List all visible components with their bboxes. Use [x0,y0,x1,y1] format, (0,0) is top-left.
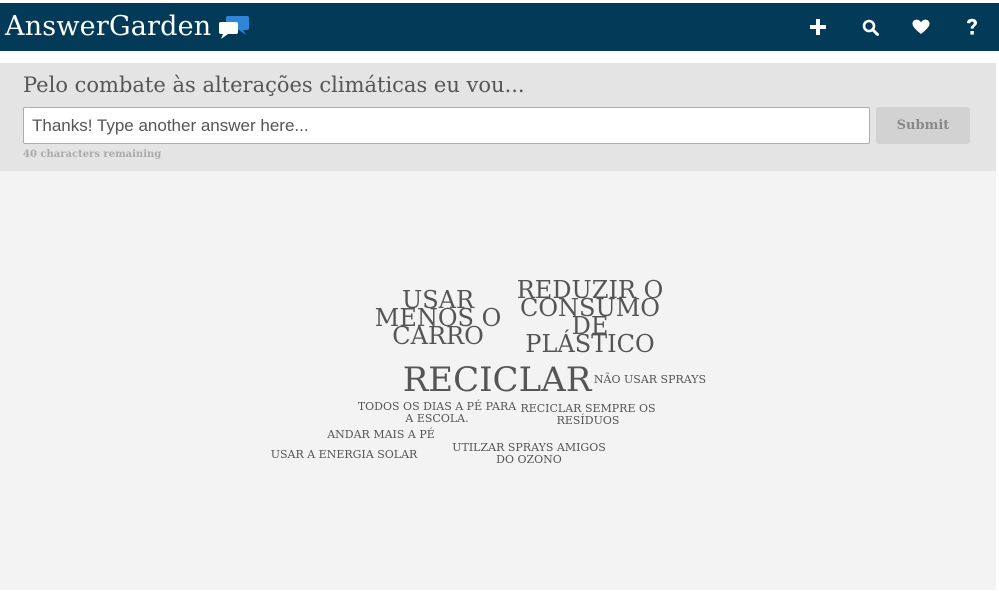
plus-icon [809,18,827,36]
help-icon [965,18,979,36]
footer-strip [0,590,999,596]
cloud-word[interactable]: USAR MENOS O CARRO [375,288,502,348]
cloud-word[interactable]: RECICLAR [403,363,592,397]
cloud-word[interactable]: TODOS OS DIAS A PÉ PARA A ESCOLA. [358,401,516,425]
top-navigation-bar: AnswerGarden [0,3,999,51]
answer-cloud: USAR MENOS O CARRO REDUZIR O CONSUMO DE … [0,171,996,590]
answer-input[interactable] [23,107,870,144]
question-title: Pelo combate às alterações climáticas eu… [23,73,525,97]
search-icon [862,19,879,36]
search-button[interactable] [854,11,886,43]
cloud-word[interactable]: UTILZAR SPRAYS AMIGOS DO OZONO [452,442,606,466]
cloud-word[interactable]: RECICLAR SEMPRE OS RESÍDUOS [520,403,655,427]
cloud-word[interactable]: USAR A ENERGIA SOLAR [271,449,418,461]
question-panel: Pelo combate às alterações climáticas eu… [0,63,996,171]
characters-remaining: 40 characters remaining [23,149,162,160]
create-button[interactable] [802,11,834,43]
cloud-word[interactable]: REDUZIR O CONSUMO DE PLÁSTICO [517,278,664,356]
cloud-word[interactable]: ANDAR MAIS A PÉ [327,429,435,441]
logo-text: AnswerGarden [5,11,212,42]
heart-icon [912,19,930,35]
chat-bubbles-icon [217,13,251,41]
submit-button[interactable]: Submit [876,107,970,144]
cloud-word[interactable]: NÃO USAR SPRAYS [594,374,706,386]
help-button[interactable] [956,11,988,43]
favorites-button[interactable] [905,11,937,43]
logo[interactable]: AnswerGarden [5,9,251,45]
